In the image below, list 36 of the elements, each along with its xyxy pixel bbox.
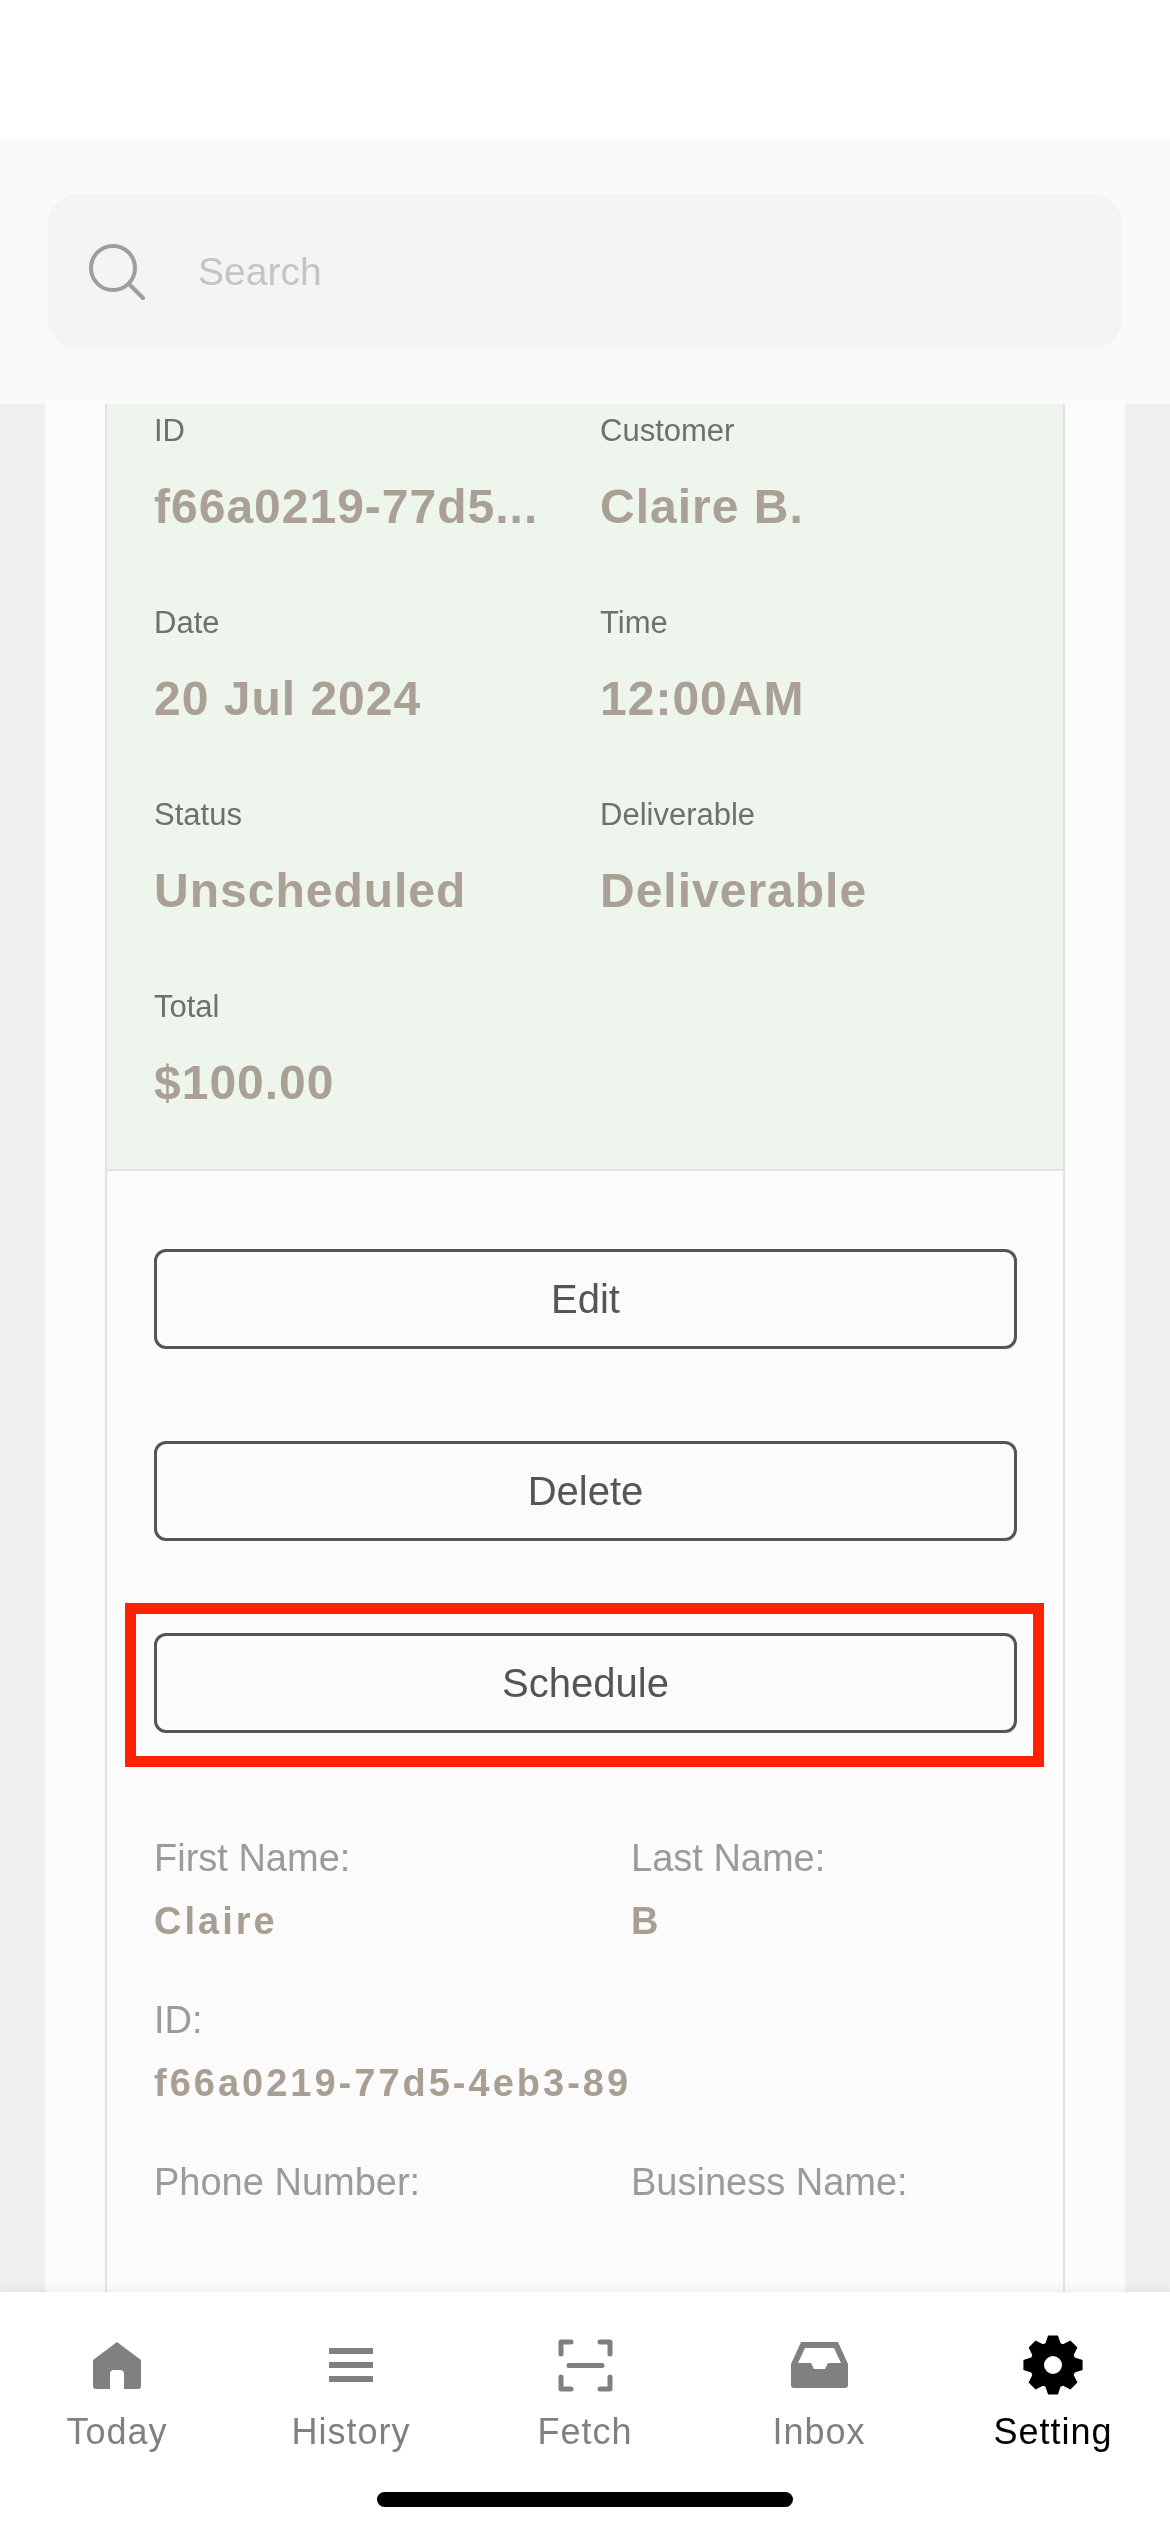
detail-label: Business Name: bbox=[631, 2160, 908, 2205]
detail-label: ID: bbox=[154, 1998, 203, 2043]
field-label: Customer bbox=[600, 413, 735, 449]
detail-label: Phone Number: bbox=[154, 2160, 421, 2205]
detail-value: Claire bbox=[154, 1899, 278, 1944]
action-button[interactable]: Edit bbox=[154, 1249, 1017, 1349]
field-label: Time bbox=[600, 605, 668, 641]
nav-tab[interactable]: History bbox=[234, 2292, 468, 2454]
field-value: $100.00 bbox=[154, 1055, 335, 1111]
field-value: 20 Jul 2024 bbox=[154, 671, 422, 727]
scan-frame-icon bbox=[557, 2338, 613, 2392]
field-value: Claire B. bbox=[600, 479, 804, 535]
field-label: Status bbox=[154, 797, 242, 833]
detail-label: Last Name: bbox=[631, 1836, 826, 1881]
field-value: f66a0219-77d5... bbox=[154, 479, 539, 535]
detail-value: f66a0219-77d5-4eb3-89 bbox=[154, 2061, 632, 2106]
settings-icon bbox=[1023, 2335, 1083, 2395]
action-button[interactable]: Delete bbox=[154, 1441, 1017, 1541]
nav-tab[interactable]: Today bbox=[0, 2292, 234, 2454]
nav-tab[interactable]: Setting bbox=[936, 2292, 1170, 2454]
nav-tab[interactable]: Inbox bbox=[702, 2292, 936, 2454]
field-label: ID bbox=[154, 413, 185, 449]
field-value: Deliverable bbox=[600, 863, 868, 919]
action-button[interactable]: Schedule bbox=[154, 1633, 1017, 1733]
detail-value: B bbox=[631, 1899, 662, 1944]
inbox-icon bbox=[790, 2342, 848, 2388]
nav-tab[interactable]: Fetch bbox=[468, 2292, 702, 2454]
detail-label: First Name: bbox=[154, 1836, 351, 1881]
field-value: Unscheduled bbox=[154, 863, 467, 919]
menu-icon bbox=[329, 2348, 373, 2382]
field-label: Total bbox=[154, 989, 220, 1025]
field-label: Deliverable bbox=[600, 797, 756, 833]
search-icon bbox=[88, 242, 146, 301]
home-icon bbox=[93, 2341, 141, 2389]
field-value: 12:00AM bbox=[600, 671, 805, 727]
field-label: Date bbox=[154, 605, 220, 641]
